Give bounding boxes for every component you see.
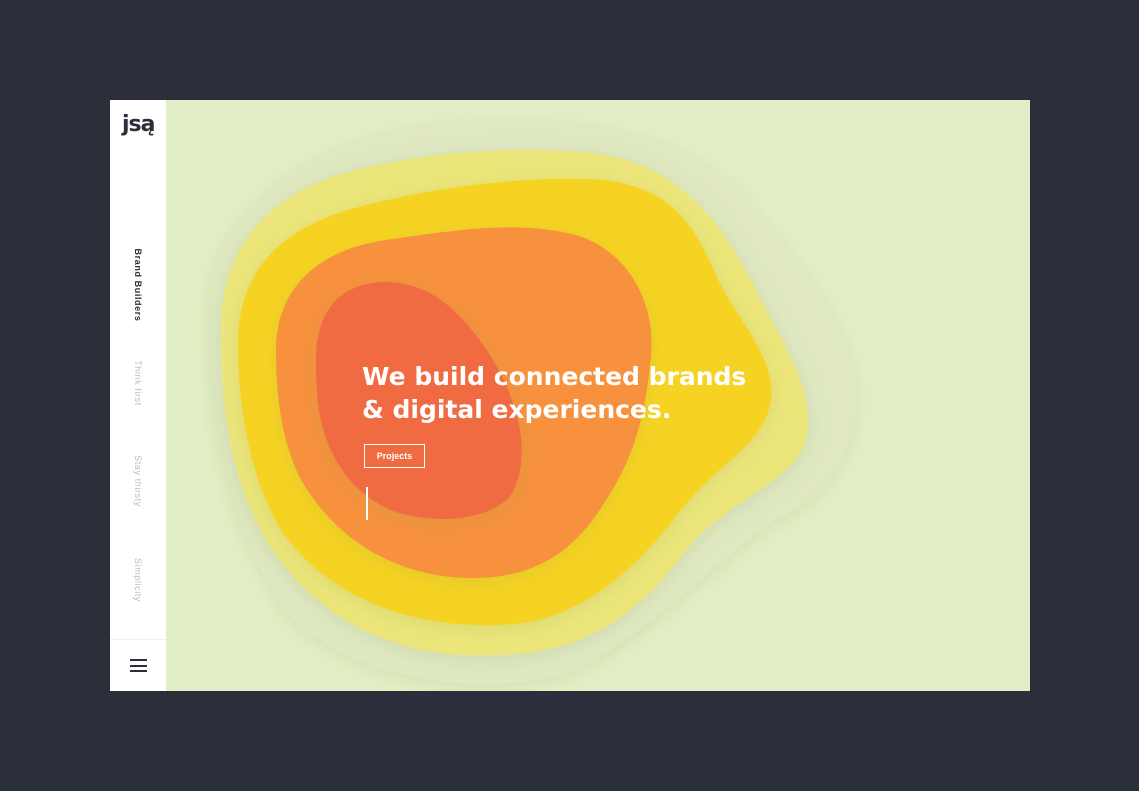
site-frame: jsą Brand Builders Think first Stay thir… (110, 100, 1030, 691)
hamburger-icon (129, 659, 147, 672)
sidebar-item-brand-builders[interactable]: Brand Builders (133, 249, 143, 322)
hero-title-line-2: & digital experiences. (362, 395, 672, 424)
sidebar-item-stay-thirsty[interactable]: Stay thirsty (133, 455, 143, 507)
projects-button[interactable]: Projects (364, 444, 425, 468)
sidebar-item-think-first[interactable]: Think first (133, 360, 143, 406)
sidebar-item-simplicity[interactable]: Simplicity (133, 558, 143, 602)
hero-title: We build connected brands & digital expe… (362, 360, 782, 426)
sidebar: jsą Brand Builders Think first Stay thir… (110, 100, 166, 691)
logo[interactable]: jsą (122, 114, 155, 136)
scroll-indicator (366, 487, 368, 520)
hero-title-line-1: We build connected brands (362, 362, 747, 391)
menu-button[interactable] (110, 640, 166, 691)
